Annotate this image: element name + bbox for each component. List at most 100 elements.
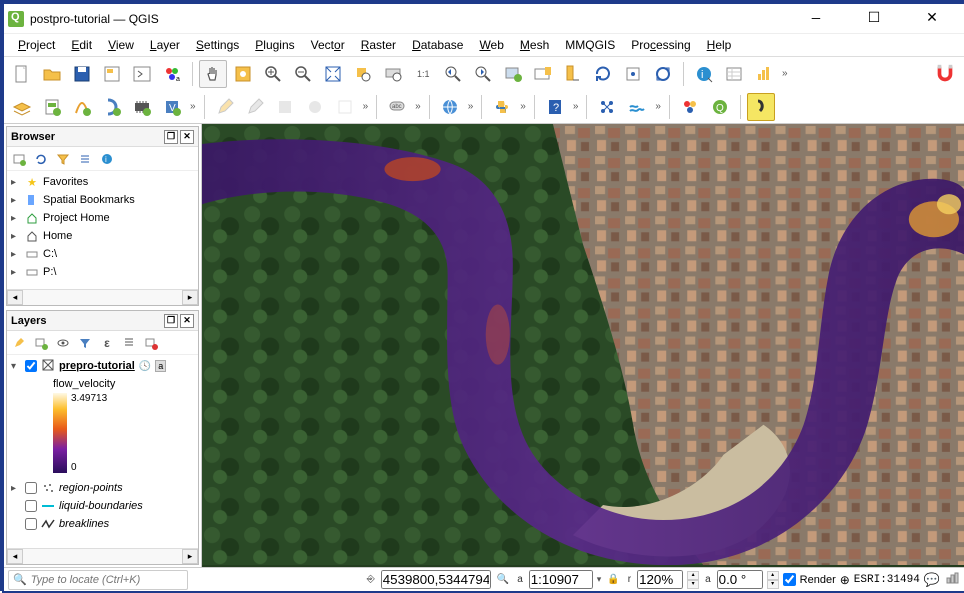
browser-item-drive-c[interactable]: ▸C:\ xyxy=(7,245,198,263)
pan-to-selection-icon[interactable] xyxy=(229,60,257,88)
menu-mmqgis[interactable]: MMQGIS xyxy=(559,36,621,54)
menu-raster[interactable]: Raster xyxy=(355,36,402,54)
toggle-edit-icon[interactable] xyxy=(241,93,269,121)
crs-icon[interactable]: ⊕ xyxy=(840,573,850,587)
add-feature-icon[interactable] xyxy=(301,93,329,121)
scale-dropdown-icon[interactable]: ▾ xyxy=(597,574,602,585)
toolbar2-overflow-5-icon[interactable]: » xyxy=(518,101,528,112)
render-check[interactable] xyxy=(783,573,796,586)
menu-web[interactable]: Web xyxy=(473,36,509,54)
toolbar2-overflow-1-icon[interactable]: » xyxy=(188,101,198,112)
browser-filter-icon[interactable] xyxy=(53,149,73,169)
layers-tree[interactable]: ▾ prepro-tutorial 🕓 a flow_velocity 3.49… xyxy=(7,355,198,548)
plugin-info-icon[interactable]: ? xyxy=(541,93,569,121)
new-shapefile-icon[interactable] xyxy=(68,93,96,121)
menu-settings[interactable]: Settings xyxy=(190,36,245,54)
telemac-icon[interactable] xyxy=(676,93,704,121)
menu-project[interactable]: Project xyxy=(12,36,61,54)
new-map-view-icon[interactable] xyxy=(499,60,527,88)
rot-spinner[interactable]: ▴▾ xyxy=(767,571,779,589)
zoom-native-icon[interactable]: 1:1 xyxy=(409,60,437,88)
open-project-icon[interactable] xyxy=(38,60,66,88)
basemap-icon[interactable] xyxy=(747,93,775,121)
mesh-scalar-icon[interactable] xyxy=(623,93,651,121)
crs-label[interactable]: ESRI:31494 xyxy=(854,574,920,586)
style-manager-icon[interactable]: a xyxy=(158,60,186,88)
layers-restore-icon[interactable]: ❐ xyxy=(164,314,178,328)
layer-expand-icon[interactable] xyxy=(119,333,139,353)
coord-field[interactable] xyxy=(381,570,491,589)
new-geopackage-icon[interactable] xyxy=(38,93,66,121)
close-button[interactable]: ✕ xyxy=(912,7,952,31)
menu-mesh[interactable]: Mesh xyxy=(514,36,555,54)
save-edits-icon[interactable] xyxy=(271,93,299,121)
mesh-vector-icon[interactable] xyxy=(593,93,621,121)
menu-layer[interactable]: Layer xyxy=(144,36,186,54)
browser-close-icon[interactable]: ✕ xyxy=(180,130,194,144)
pan-icon[interactable] xyxy=(199,60,227,88)
toolbar2-overflow-7-icon[interactable]: » xyxy=(653,101,663,112)
menu-help[interactable]: Help xyxy=(701,36,738,54)
menu-database[interactable]: Database xyxy=(406,36,469,54)
browser-item-favorites[interactable]: ▸★Favorites xyxy=(7,173,198,191)
browser-item-bookmarks[interactable]: ▸Spatial Bookmarks xyxy=(7,191,198,209)
browser-item-project-home[interactable]: ▸Project Home xyxy=(7,209,198,227)
layer-check-break[interactable] xyxy=(25,518,37,530)
new-virtual-icon[interactable]: V xyxy=(158,93,186,121)
qgis-plugin-icon[interactable]: Q xyxy=(706,93,734,121)
zoom-out-icon[interactable] xyxy=(289,60,317,88)
browser-item-home[interactable]: ▸Home xyxy=(7,227,198,245)
locator-input[interactable] xyxy=(31,574,183,586)
mag-spinner[interactable]: ▴▾ xyxy=(687,571,699,589)
magnifier-field[interactable] xyxy=(637,570,683,589)
toolbar2-overflow-6-icon[interactable]: » xyxy=(571,101,581,112)
new-mem-layer-icon[interactable] xyxy=(128,93,156,121)
refresh-2-icon[interactable] xyxy=(649,60,677,88)
new-bookmark-icon[interactable] xyxy=(529,60,557,88)
browser-add-icon[interactable] xyxy=(9,149,29,169)
menu-view[interactable]: View xyxy=(102,36,140,54)
zoom-next-icon[interactable] xyxy=(469,60,497,88)
maximize-button[interactable]: ☐ xyxy=(854,7,894,31)
minimize-button[interactable]: — xyxy=(796,7,836,31)
browser-properties-icon[interactable]: i xyxy=(97,149,117,169)
zoom-layer-icon[interactable] xyxy=(379,60,407,88)
zoom-last-icon[interactable] xyxy=(439,60,467,88)
zoom-full-icon[interactable] xyxy=(319,60,347,88)
layer-filter-icon[interactable] xyxy=(75,333,95,353)
new-print-layout-icon[interactable] xyxy=(98,60,126,88)
layer-liquid-boundaries[interactable]: liquid-boundaries xyxy=(7,497,198,515)
toolbar2-overflow-2-icon[interactable]: » xyxy=(361,101,371,112)
toolbar1-overflow-icon[interactable]: » xyxy=(780,68,790,79)
layer-expr-icon[interactable]: ε xyxy=(97,333,117,353)
browser-collapse-icon[interactable] xyxy=(75,149,95,169)
layer-add-group-icon[interactable] xyxy=(31,333,51,353)
identify-icon[interactable]: i xyxy=(690,60,718,88)
temporal-icon[interactable] xyxy=(559,60,587,88)
layout-manager-icon[interactable] xyxy=(128,60,156,88)
menu-vector[interactable]: Vector xyxy=(305,36,351,54)
layer-remove-icon[interactable] xyxy=(141,333,161,353)
toolbar2-overflow-4-icon[interactable]: » xyxy=(466,101,476,112)
new-project-icon[interactable] xyxy=(8,60,36,88)
statistics-icon[interactable] xyxy=(750,60,778,88)
edit-feature-icon[interactable] xyxy=(211,93,239,121)
layer-style-icon[interactable] xyxy=(9,333,29,353)
browser-refresh-icon[interactable] xyxy=(31,149,51,169)
zoom-selection-icon[interactable] xyxy=(349,60,377,88)
rotation-field[interactable] xyxy=(717,570,763,589)
layer-check-liquid[interactable] xyxy=(25,500,37,512)
refresh-icon[interactable] xyxy=(589,60,617,88)
save-project-icon[interactable] xyxy=(68,60,96,88)
menu-processing[interactable]: Processing xyxy=(625,36,696,54)
browser-tree[interactable]: ▸★Favorites ▸Spatial Bookmarks ▸Project … xyxy=(7,171,198,289)
plugin-status-icon[interactable] xyxy=(944,570,960,589)
browser-hscroll[interactable]: ◂▸ xyxy=(7,289,198,305)
control-icon[interactable] xyxy=(619,60,647,88)
layers-hscroll[interactable]: ◂▸ xyxy=(7,548,198,564)
messages-icon[interactable]: 💬 xyxy=(924,572,940,588)
browser-restore-icon[interactable]: ❐ xyxy=(164,130,178,144)
menu-edit[interactable]: Edit xyxy=(65,36,98,54)
data-source-mgr-icon[interactable] xyxy=(8,93,36,121)
lock-icon[interactable]: 🔒 xyxy=(605,574,621,585)
